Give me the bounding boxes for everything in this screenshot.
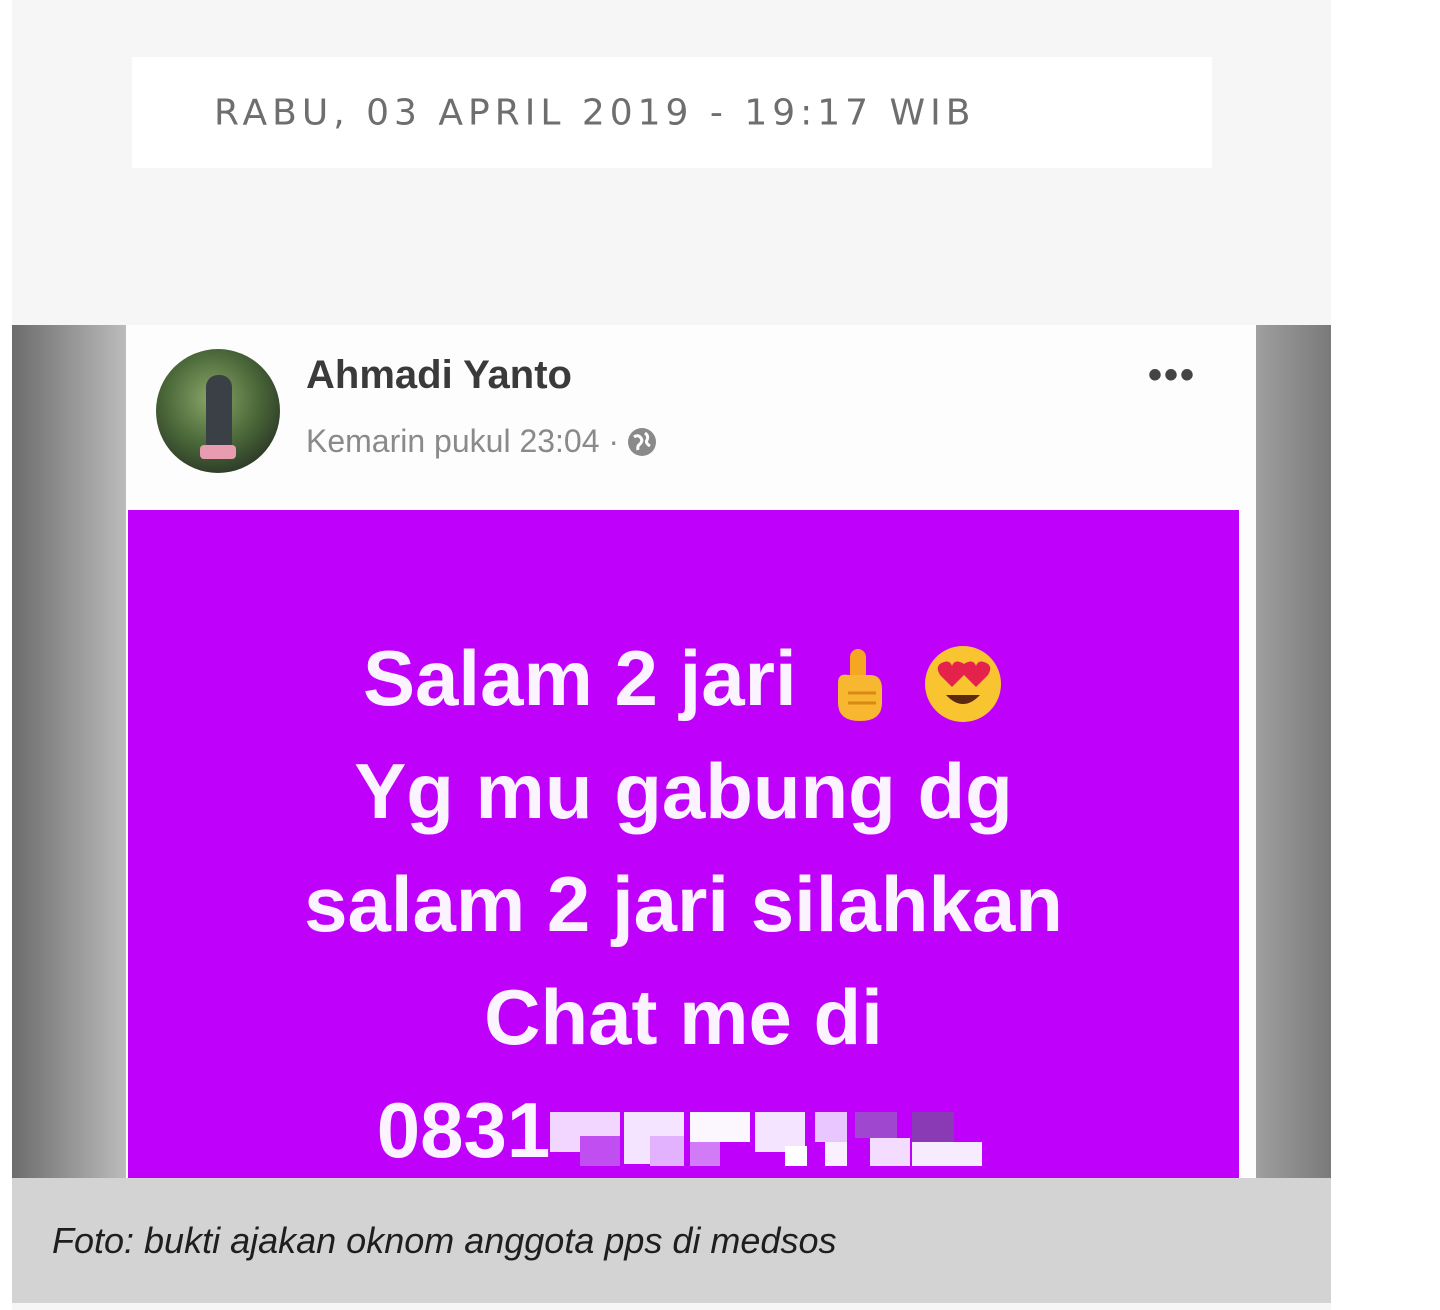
phone-number-visible: 0831 bbox=[376, 1086, 551, 1174]
avatar-figure bbox=[206, 375, 232, 447]
post-author: Ahmadi Yanto bbox=[306, 353, 572, 397]
heart-eyes-icon bbox=[924, 646, 1001, 723]
post-line-3: salam 2 jari silahkan bbox=[304, 860, 1063, 948]
more-options-icon: ••• bbox=[1147, 353, 1196, 397]
date-box: RABU, 03 APRIL 2019 - 19:17 WIB bbox=[132, 57, 1212, 168]
post-text: Salam 2 jari Yg mu gabung dg salam 2 jar… bbox=[128, 622, 1239, 1178]
facebook-post-screenshot: Ahmadi Yanto Kemarin pukul 23:04 · ••• S… bbox=[126, 325, 1256, 1178]
photo-caption: Foto: bukti ajakan oknom anggota pps di … bbox=[12, 1178, 1331, 1303]
post-line-4: Chat me di bbox=[484, 973, 883, 1061]
article: RABU, 03 APRIL 2019 - 19:17 WIB Ahmadi Y… bbox=[12, 0, 1331, 1310]
post-background: Salam 2 jari Yg mu gabung dg salam 2 jar… bbox=[128, 510, 1239, 1178]
post-line-2: Yg mu gabung dg bbox=[354, 747, 1013, 835]
phone-number-pixelated bbox=[550, 1106, 990, 1167]
post-line-5: 0831 bbox=[128, 1074, 1239, 1178]
globe-icon bbox=[628, 427, 657, 456]
avatar-base bbox=[200, 445, 236, 459]
pointing-hand-icon bbox=[838, 649, 883, 722]
article-date: RABU, 03 APRIL 2019 - 19:17 WIB bbox=[214, 92, 976, 134]
post-meta: Kemarin pukul 23:04 · bbox=[306, 423, 659, 460]
post-line-1-text: Salam 2 jari bbox=[363, 634, 797, 722]
post-line-1: Salam 2 jari bbox=[128, 622, 1239, 735]
caption-text: Foto: bukti ajakan oknom anggota pps di … bbox=[52, 1220, 837, 1261]
avatar bbox=[156, 349, 280, 473]
post-timestamp: Kemarin pukul 23:04 · bbox=[306, 423, 620, 459]
article-photo: Ahmadi Yanto Kemarin pukul 23:04 · ••• S… bbox=[12, 325, 1331, 1178]
